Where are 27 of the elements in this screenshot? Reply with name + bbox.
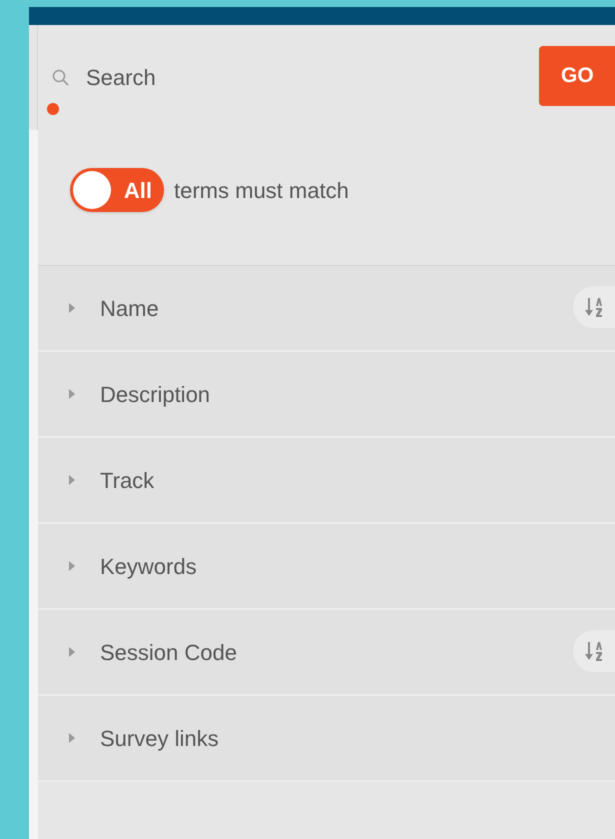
field-row[interactable]: Name: [38, 266, 615, 352]
field-label: Name: [100, 294, 160, 322]
go-button[interactable]: GO: [539, 46, 615, 106]
field-row[interactable]: Keywords: [38, 524, 615, 610]
toggle-switch[interactable]: All: [70, 168, 164, 212]
sort-icon: [584, 296, 604, 318]
caret-icon: [68, 389, 76, 399]
toggle-label: terms must match: [174, 176, 349, 204]
field-row[interactable]: Track: [38, 438, 615, 524]
sort-button[interactable]: [573, 630, 615, 672]
caret-icon: [68, 647, 76, 657]
caret-icon: [68, 303, 76, 313]
field-label: Survey links: [100, 724, 220, 753]
caret-icon: [68, 475, 76, 485]
field-row[interactable]: Session Code: [38, 610, 615, 696]
search-field[interactable]: Search: [86, 61, 386, 94]
field-label: Keywords: [100, 552, 198, 581]
field-row[interactable]: Description: [38, 352, 615, 438]
sort-icon: [584, 640, 604, 662]
field-label: Session Code: [100, 638, 238, 666]
sort-button[interactable]: [573, 286, 615, 328]
field-label: Description: [100, 380, 212, 409]
field-row[interactable]: Survey links: [38, 696, 615, 782]
caret-icon: [68, 733, 76, 743]
caret-icon: [68, 561, 76, 571]
field-label: Track: [100, 466, 156, 494]
search-icon: [52, 68, 70, 86]
